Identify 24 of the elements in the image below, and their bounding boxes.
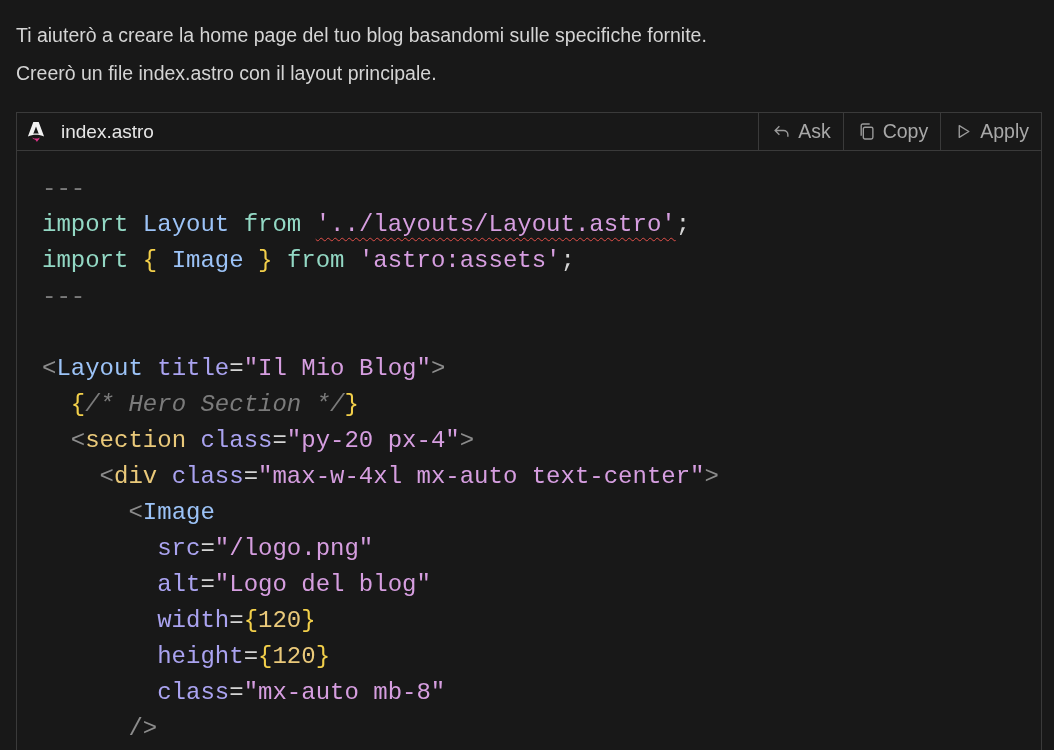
- code-line: ---: [42, 282, 87, 312]
- code-line: <div class="max-w-4xl mx-auto text-center">: [98, 462, 720, 492]
- code-line: alt="Logo del blog": [156, 570, 432, 600]
- code-line: class="mx-auto mb-8": [156, 678, 447, 708]
- code-line: <Image: [127, 498, 216, 528]
- apply-button[interactable]: Apply: [940, 113, 1041, 150]
- code-line: />: [127, 714, 159, 744]
- ask-button[interactable]: Ask: [758, 113, 843, 150]
- code-line: ---: [42, 174, 87, 204]
- code-line: <Layout title="Il Mio Blog">: [42, 354, 447, 384]
- code-line: import Layout from '../layouts/Layout.astro';: [42, 210, 692, 240]
- message-text: Creerò un file index.astro con il layout principale.: [16, 61, 438, 86]
- file-name: index.astro: [61, 120, 154, 143]
- code-line: width={120}: [156, 606, 317, 636]
- code-line: import { Image } from 'astro:assets';: [42, 246, 576, 276]
- code-line: src="/logo.png": [156, 534, 375, 564]
- copy-icon: [857, 123, 875, 140]
- code-line: <section class="py-20 px-4">: [69, 426, 476, 456]
- code-line: height={120}: [156, 642, 332, 672]
- copy-button[interactable]: Copy: [842, 113, 941, 150]
- astro-logo-icon: [27, 119, 45, 144]
- message-text: Ti aiuterò a creare la home page del tuo blog basandomi sulle specifiche fornite.: [16, 23, 708, 48]
- reply-arrow-icon: [773, 123, 791, 140]
- code-line: {/* Hero Section */}: [69, 390, 360, 420]
